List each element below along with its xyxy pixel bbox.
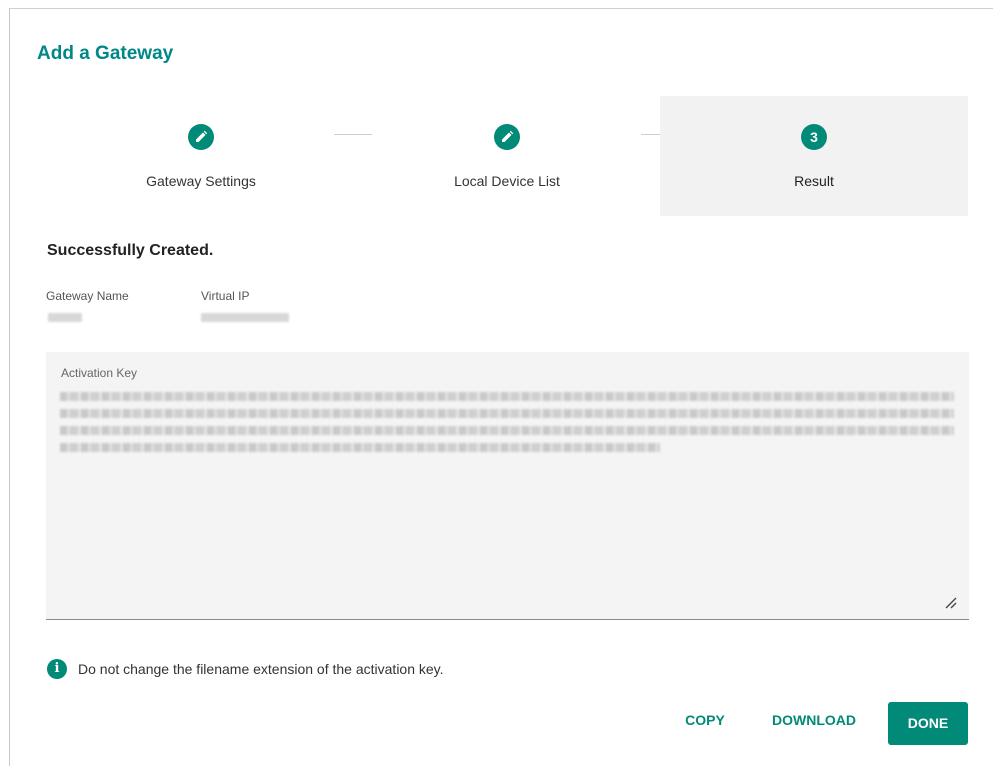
step-number-badge: 3 xyxy=(801,124,827,150)
gateway-name-value-redacted xyxy=(48,313,82,322)
virtual-ip-value-redacted xyxy=(201,313,289,322)
pencil-icon xyxy=(494,124,520,150)
activation-key-redacted-line xyxy=(60,392,954,401)
dialog-title: Add a Gateway xyxy=(37,43,174,64)
virtual-ip-label: Virtual IP xyxy=(201,289,250,303)
info-message: Do not change the filename extension of … xyxy=(78,661,444,677)
add-gateway-dialog: Add a Gateway Gateway Settings Local Dev… xyxy=(9,8,993,766)
step-label: Gateway Settings xyxy=(146,173,256,189)
gateway-name-label: Gateway Name xyxy=(46,289,129,303)
done-button[interactable]: DONE xyxy=(888,702,968,745)
resize-handle-icon[interactable] xyxy=(945,597,957,609)
pencil-icon xyxy=(188,124,214,150)
download-button[interactable]: DOWNLOAD xyxy=(761,702,867,738)
activation-key-redacted-line xyxy=(60,426,954,435)
step-label: Local Device List xyxy=(454,173,560,189)
activation-key-redacted-line xyxy=(60,409,954,418)
success-message: Successfully Created. xyxy=(47,242,214,259)
activation-key-textarea[interactable]: Activation Key xyxy=(46,352,969,620)
activation-key-redacted-line xyxy=(60,443,660,452)
info-icon: i xyxy=(47,659,67,679)
step-local-device-list[interactable]: Local Device List xyxy=(353,96,661,216)
step-result: 3 Result xyxy=(660,96,968,216)
step-gateway-settings[interactable]: Gateway Settings xyxy=(47,96,355,216)
activation-key-label: Activation Key xyxy=(61,366,138,380)
step-label: Result xyxy=(794,173,834,189)
copy-button[interactable]: COPY xyxy=(672,702,738,738)
